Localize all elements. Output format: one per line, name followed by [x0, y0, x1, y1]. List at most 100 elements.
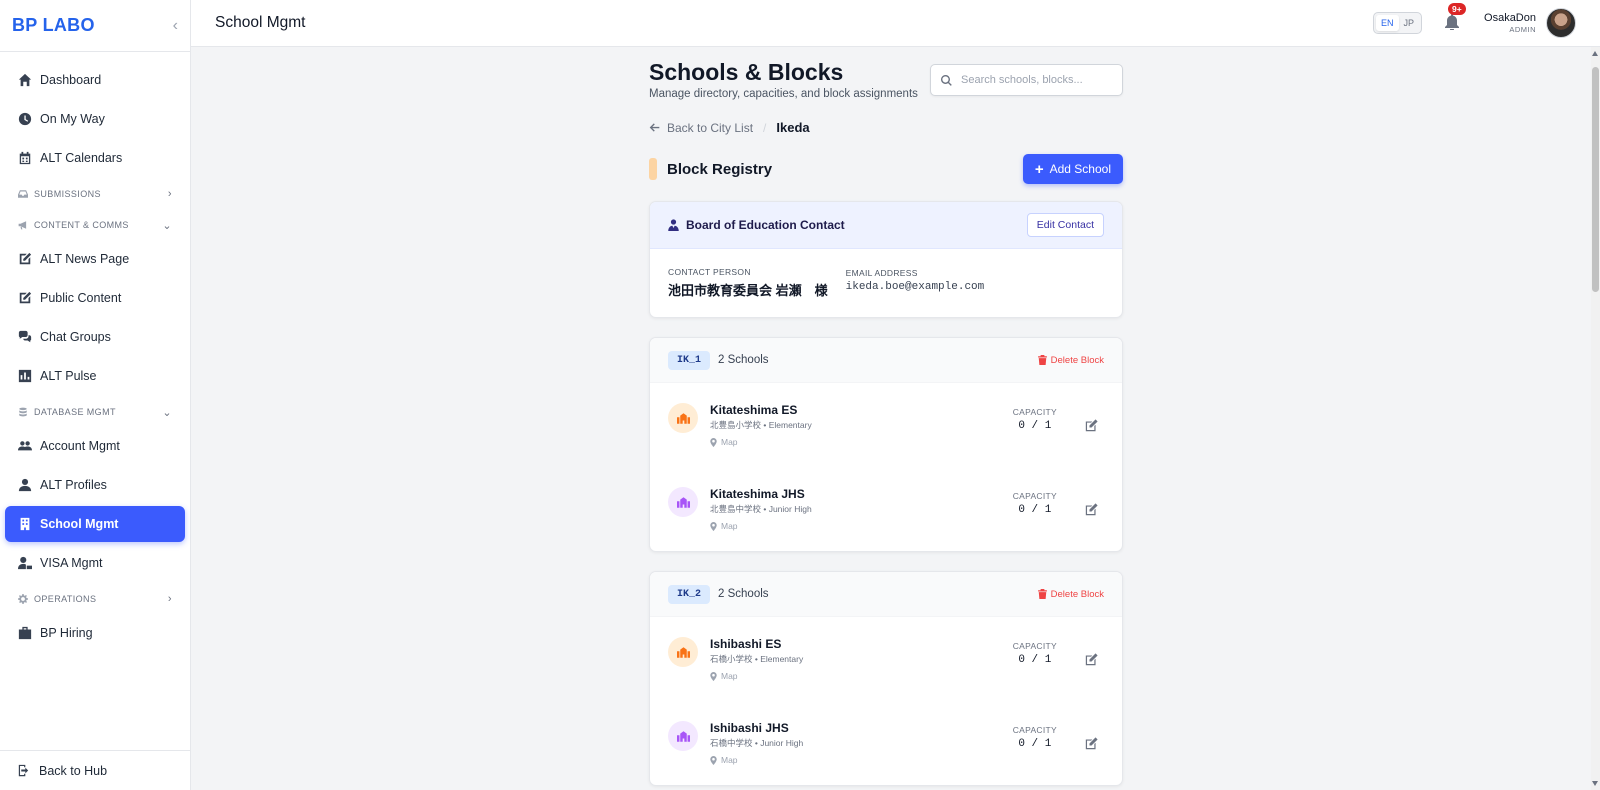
- bar-chart-icon: [18, 369, 32, 383]
- notification-badge: 9+: [1448, 3, 1466, 15]
- delete-block-button[interactable]: Delete Block: [1037, 354, 1104, 366]
- school-icon: [668, 487, 698, 517]
- school-subtitle: 石橋小学校 • Elementary: [710, 654, 804, 664]
- brand-logo[interactable]: BP LABO: [12, 15, 95, 36]
- user-info[interactable]: OsakaDon ADMIN: [1484, 12, 1536, 34]
- sidebar-item-bp-hiring[interactable]: BP Hiring: [5, 615, 185, 651]
- block-school-count: 2 Schools: [718, 354, 769, 366]
- block-code-badge: IK_1: [668, 350, 711, 370]
- capacity-label: CAPACITY: [1012, 724, 1057, 735]
- capacity: CAPACITY 0 / 1: [1013, 641, 1057, 666]
- breadcrumb-current: Ikeda: [776, 120, 810, 135]
- block-card: IK_2 2 Schools Delete Block Ishibashi ES…: [649, 571, 1123, 786]
- add-school-button[interactable]: + Add School: [1022, 154, 1123, 184]
- map-link[interactable]: Map: [710, 671, 1013, 681]
- edit-school-button[interactable]: [1085, 418, 1098, 432]
- block-header: IK_1 2 Schools Delete Block: [650, 338, 1122, 383]
- back-to-city-list-link[interactable]: Back to City List: [667, 121, 753, 135]
- contact-header: Board of Education Contact Edit Contact: [650, 202, 1122, 249]
- sidebar-item-alt-profiles[interactable]: ALT Profiles: [5, 467, 185, 503]
- user-tie-icon: [668, 219, 679, 231]
- sidebar-section-content[interactable]: CONTENT & COMMS ⌄: [0, 210, 190, 240]
- edit-school-button[interactable]: [1085, 502, 1098, 516]
- sidebar-item-chat-groups[interactable]: Chat Groups: [5, 319, 185, 355]
- scroll-down-arrow-icon[interactable]: [1592, 781, 1598, 786]
- contact-body: CONTACT PERSON 池田市教育委員会 岩瀬 様 EMAIL ADDRE…: [650, 249, 1122, 317]
- search-input[interactable]: [961, 74, 1111, 86]
- sidebar-item-visa-mgmt[interactable]: VISA Mgmt: [5, 545, 185, 581]
- page-title-header: School Mgmt: [215, 14, 306, 31]
- delete-block-label: Delete Block: [1050, 588, 1104, 600]
- contact-person-label: CONTACT PERSON: [668, 267, 751, 277]
- sidebar-item-label: ALT News Page: [40, 252, 130, 266]
- user-role: ADMIN: [1509, 24, 1536, 34]
- back-to-hub-label: Back to Hub: [39, 763, 108, 778]
- map-pin-icon: [710, 437, 717, 447]
- page-header: Schools & Blocks Manage directory, capac…: [649, 59, 1123, 100]
- topbar: School Mgmt EN JP 9+ OsakaDon ADMIN: [191, 0, 1600, 47]
- search-icon: [941, 74, 952, 86]
- registry-title-text: Block Registry: [667, 160, 773, 178]
- edit-icon: [1085, 502, 1098, 515]
- contact-title-text: Board of Education Contact: [686, 218, 845, 232]
- lang-jp-button[interactable]: JP: [1399, 15, 1420, 31]
- sidebar-section-database[interactable]: DATABASE MGMT ⌄: [0, 397, 190, 427]
- scrollbar-thumb[interactable]: [1592, 67, 1599, 292]
- sidebar-item-on-my-way[interactable]: On My Way: [5, 101, 185, 137]
- building-icon: [18, 517, 32, 531]
- sign-out-icon: [18, 764, 29, 777]
- back-to-hub-link[interactable]: Back to Hub: [0, 750, 190, 790]
- search-box: [930, 64, 1123, 96]
- edit-school-button[interactable]: [1085, 736, 1098, 750]
- school-name: Kitateshima JHS: [710, 487, 805, 501]
- contact-person-value: 池田市教育委員会 岩瀬 様: [668, 283, 828, 298]
- trash-icon: [1037, 355, 1047, 365]
- trash-icon: [1037, 589, 1047, 599]
- inbox-icon: [18, 189, 28, 199]
- page-scrollbar[interactable]: [1591, 47, 1600, 790]
- sidebar-item-alt-calendars[interactable]: ALT Calendars: [5, 140, 185, 176]
- map-link[interactable]: Map: [710, 755, 1013, 765]
- sidebar-item-school-mgmt[interactable]: School Mgmt: [5, 506, 185, 542]
- section-label: DATABASE MGMT: [34, 407, 116, 417]
- sidebar-item-label: School Mgmt: [40, 517, 119, 531]
- sidebar-item-account-mgmt[interactable]: Account Mgmt: [5, 428, 185, 464]
- sidebar-item-dashboard[interactable]: Dashboard: [5, 62, 185, 98]
- home-icon: [18, 73, 32, 87]
- school-name: Ishibashi ES: [710, 637, 782, 651]
- sidebar-section-operations[interactable]: OPERATIONS ›: [0, 584, 190, 614]
- notifications-button[interactable]: 9+: [1444, 3, 1466, 32]
- sidebar-item-label: Account Mgmt: [40, 439, 120, 453]
- sidebar-section-submissions[interactable]: SUBMISSIONS ›: [0, 179, 190, 209]
- sidebar-item-alt-pulse[interactable]: ALT Pulse: [5, 358, 185, 394]
- block-header: IK_2 2 Schools Delete Block: [650, 572, 1122, 617]
- briefcase-icon: [18, 626, 32, 640]
- calendar-icon: [18, 151, 32, 165]
- map-pin-icon: [710, 671, 717, 681]
- edit-contact-button[interactable]: Edit Contact: [1026, 213, 1104, 237]
- avatar[interactable]: [1546, 8, 1576, 38]
- edit-school-button[interactable]: [1085, 652, 1098, 666]
- chat-icon: [18, 330, 32, 344]
- sidebar-item-label: ALT Pulse: [40, 369, 97, 383]
- school-name: Ishibashi JHS: [710, 721, 789, 735]
- scroll-up-arrow-icon[interactable]: [1592, 51, 1598, 56]
- map-link[interactable]: Map: [710, 437, 1013, 447]
- map-link[interactable]: Map: [710, 521, 1013, 531]
- delete-block-button[interactable]: Delete Block: [1037, 588, 1104, 600]
- collapse-sidebar-icon[interactable]: ‹: [173, 17, 178, 35]
- chevron-down-icon: ⌄: [162, 406, 172, 419]
- capacity-value: 0 / 1: [1018, 503, 1052, 516]
- sidebar-item-alt-news-page[interactable]: ALT News Page: [5, 241, 185, 277]
- lang-en-button[interactable]: EN: [1375, 15, 1399, 31]
- capacity-label: CAPACITY: [1012, 406, 1057, 417]
- school-row: Kitateshima ES 北豊島小学校 • Elementary Map C…: [650, 383, 1122, 467]
- megaphone-icon: [18, 220, 28, 230]
- sidebar-item-public-content[interactable]: Public Content: [5, 280, 185, 316]
- chevron-right-icon: ›: [167, 188, 172, 200]
- map-label: Map: [721, 755, 738, 765]
- sidebar-item-label: BP Hiring: [40, 626, 93, 640]
- sidebar-item-label: On My Way: [40, 112, 105, 126]
- topbar-right: EN JP 9+ OsakaDon ADMIN: [1372, 3, 1576, 38]
- delete-block-label: Delete Block: [1050, 354, 1104, 366]
